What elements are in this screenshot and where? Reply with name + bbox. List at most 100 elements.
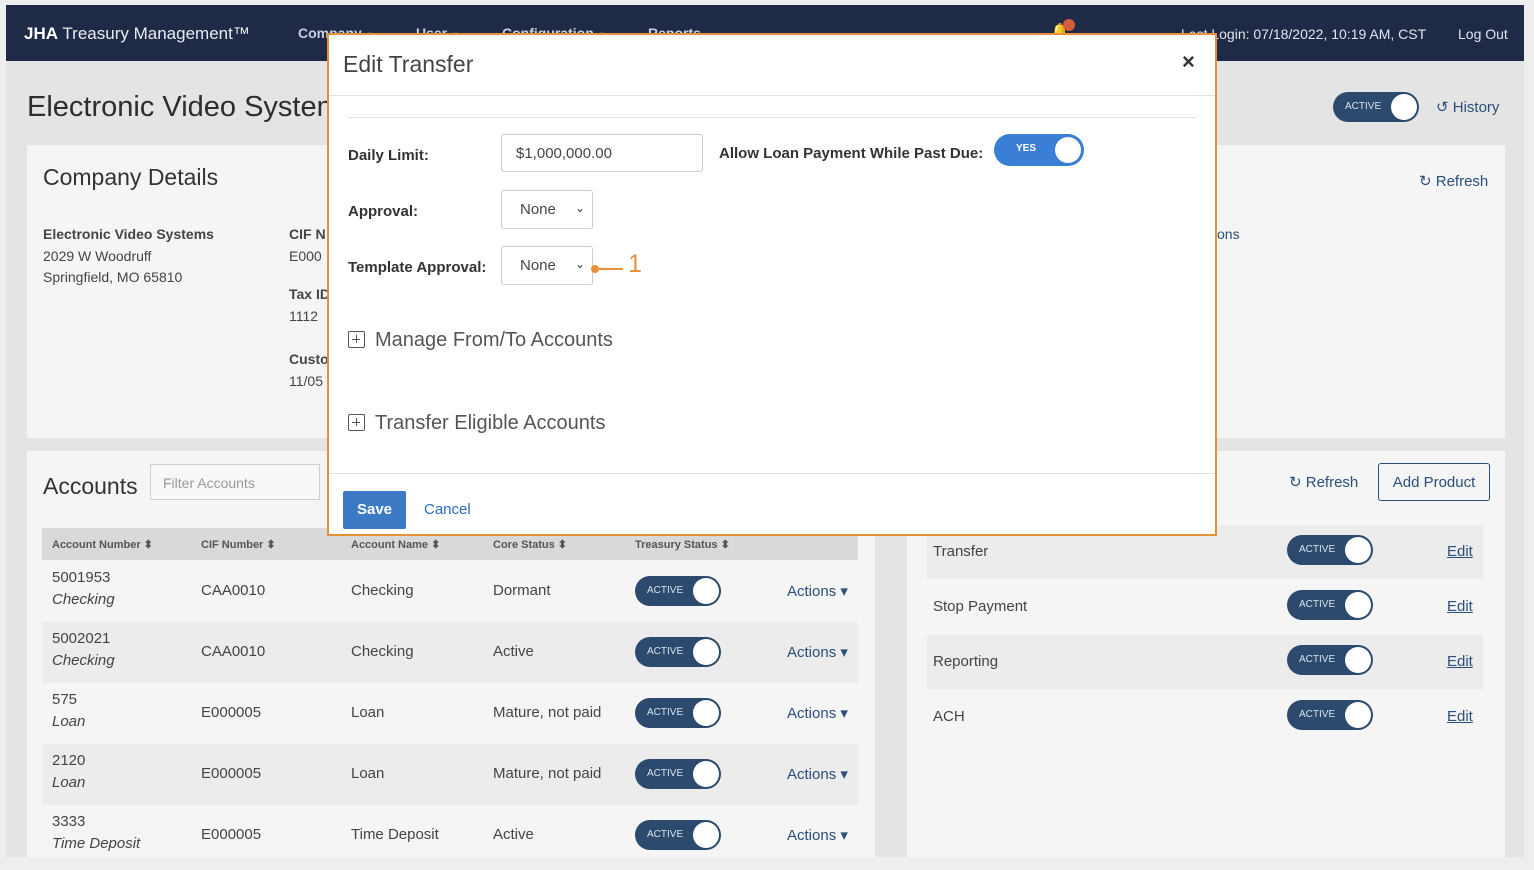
product-name: Reporting xyxy=(933,653,999,670)
callout-line xyxy=(593,268,623,270)
actions-dropdown[interactable]: Actions ▾ xyxy=(787,765,848,783)
col-account-number[interactable]: Account Number ⬍ xyxy=(52,538,153,551)
expand-plus-icon xyxy=(348,331,365,348)
actions-dropdown[interactable]: Actions ▾ xyxy=(787,826,848,844)
approval-select[interactable]: None ⌄ xyxy=(501,190,593,229)
refresh-label: Refresh xyxy=(1305,474,1359,491)
toggle-label: ACTIVE xyxy=(647,646,684,657)
treasury-status-toggle[interactable]: ACTIVE xyxy=(635,820,721,850)
table-row: 2120 Loan E000005 Loan Mature, not paid … xyxy=(42,744,858,805)
product-row: Stop Payment ACTIVE Edit xyxy=(927,580,1483,634)
approval-select-value: None xyxy=(520,201,556,218)
brand-rest: Treasury Management™ xyxy=(58,24,250,43)
treasury-status-toggle[interactable]: ACTIVE xyxy=(635,637,721,667)
notification-badge xyxy=(1063,19,1075,31)
refresh-label: Refresh xyxy=(1435,173,1489,190)
product-row: Reporting ACTIVE Edit xyxy=(927,635,1483,689)
history-label: History xyxy=(1452,99,1500,116)
table-row: 3333 Time Deposit E000005 Time Deposit A… xyxy=(42,805,858,857)
toggle-label: ACTIVE xyxy=(1299,709,1336,720)
edit-link[interactable]: Edit xyxy=(1447,598,1473,615)
brand-logo[interactable]: JHA Treasury Management™ xyxy=(24,24,250,44)
edit-link[interactable]: Edit xyxy=(1447,653,1473,670)
toggle-knob xyxy=(693,639,719,665)
core-status: Dormant xyxy=(493,582,551,599)
product-name: Transfer xyxy=(933,543,989,560)
toggle-knob xyxy=(1345,592,1371,618)
col-cif-number[interactable]: CIF Number ⬍ xyxy=(201,538,276,551)
cif-number: CAA0010 xyxy=(201,643,266,660)
treasury-status-toggle[interactable]: ACTIVE xyxy=(635,576,721,606)
actions-dropdown[interactable]: Actions ▾ xyxy=(787,643,848,661)
treasury-status-toggle[interactable]: ACTIVE xyxy=(635,759,721,789)
account-type: Loan xyxy=(52,713,86,730)
account-type: Loan xyxy=(52,774,86,791)
template-approval-label: Template Approval: xyxy=(348,259,487,276)
manage-accounts-label: Manage From/To Accounts xyxy=(375,329,613,351)
actions-dropdown[interactable]: Actions ▾ xyxy=(787,704,848,722)
close-icon[interactable]: × xyxy=(1182,49,1195,75)
toggle-knob xyxy=(693,822,719,848)
customer-since-value: 11/05 xyxy=(289,373,323,389)
cif-number: E000005 xyxy=(201,826,262,843)
company-refresh-button[interactable]: ↻ Refresh xyxy=(1419,172,1488,190)
app-window: JHA Treasury Management™ Company▼ User▼ … xyxy=(6,5,1524,857)
cif-label: CIF N xyxy=(289,226,326,242)
toggle-label: ACTIVE xyxy=(647,829,684,840)
col-treasury-status[interactable]: Treasury Status ⬍ xyxy=(635,538,730,551)
product-status-toggle[interactable]: ACTIVE xyxy=(1287,590,1373,620)
toggle-label: ACTIVE xyxy=(1299,599,1336,610)
logout-link[interactable]: Log Out xyxy=(1458,26,1508,42)
company-name: Electronic Video Systems xyxy=(43,226,214,242)
save-button[interactable]: Save xyxy=(343,491,406,529)
toggle-knob xyxy=(693,578,719,604)
edit-link[interactable]: Edit xyxy=(1447,543,1473,560)
daily-limit-input[interactable]: $1,000,000.00 xyxy=(501,134,703,172)
product-status-toggle[interactable]: ACTIVE xyxy=(1287,645,1373,675)
eligible-accounts-section-toggle[interactable]: Transfer Eligible Accounts xyxy=(348,412,605,435)
account-name: Checking xyxy=(351,582,414,599)
account-number: 2120 xyxy=(52,752,86,769)
refresh-icon: ↻ xyxy=(1419,173,1436,190)
history-link[interactable]: ↺ History xyxy=(1436,98,1499,116)
products-refresh-button[interactable]: ↻ Refresh xyxy=(1289,473,1358,491)
cancel-button[interactable]: Cancel xyxy=(424,501,471,518)
edit-link[interactable]: Edit xyxy=(1447,708,1473,725)
filter-accounts-input[interactable]: Filter Accounts xyxy=(150,464,320,500)
customer-since-label: Custo xyxy=(289,351,329,367)
treasury-status-toggle[interactable]: ACTIVE xyxy=(635,698,721,728)
company-options-link[interactable]: ons xyxy=(1217,226,1240,242)
accounts-heading: Accounts xyxy=(43,473,138,499)
last-login: Last Login: 07/18/2022, 10:19 AM, CST xyxy=(1181,26,1427,42)
toggle-knob xyxy=(1345,702,1371,728)
eligible-accounts-label: Transfer Eligible Accounts xyxy=(375,412,606,434)
manage-accounts-section-toggle[interactable]: Manage From/To Accounts xyxy=(348,329,613,352)
allow-loan-payment-label: Allow Loan Payment While Past Due: xyxy=(719,145,984,162)
template-approval-select[interactable]: None ⌄ xyxy=(501,246,593,285)
daily-limit-label: Daily Limit: xyxy=(348,147,429,164)
add-product-button[interactable]: Add Product xyxy=(1378,463,1490,501)
account-number: 3333 xyxy=(52,813,86,830)
refresh-icon: ↻ xyxy=(1289,474,1306,491)
toggle-label: YES xyxy=(1016,143,1037,154)
toggle-label: ACTIVE xyxy=(647,707,684,718)
product-name: ACH xyxy=(933,708,965,725)
toggle-knob xyxy=(1055,137,1081,163)
core-status: Active xyxy=(493,826,534,843)
template-approval-select-value: None xyxy=(520,257,556,274)
callout-number: 1 xyxy=(628,250,642,278)
company-status-toggle[interactable]: ACTIVE xyxy=(1333,92,1419,122)
account-number: 5002021 xyxy=(52,630,111,647)
account-type: Checking xyxy=(52,591,115,608)
product-status-toggle[interactable]: ACTIVE xyxy=(1287,700,1373,730)
toggle-label: ACTIVE xyxy=(647,768,684,779)
col-account-name[interactable]: Account Name ⬍ xyxy=(351,538,440,551)
table-row: 5001953 Checking CAA0010 Checking Dorman… xyxy=(42,561,858,622)
cif-number: CAA0010 xyxy=(201,582,266,599)
modal-title: Edit Transfer xyxy=(343,51,474,77)
product-status-toggle[interactable]: ACTIVE xyxy=(1287,535,1373,565)
col-core-status[interactable]: Core Status ⬍ xyxy=(493,538,567,551)
actions-dropdown[interactable]: Actions ▾ xyxy=(787,582,848,600)
page-title: Electronic Video Systems xyxy=(27,91,356,123)
allow-loan-payment-toggle[interactable]: YES xyxy=(994,134,1084,166)
